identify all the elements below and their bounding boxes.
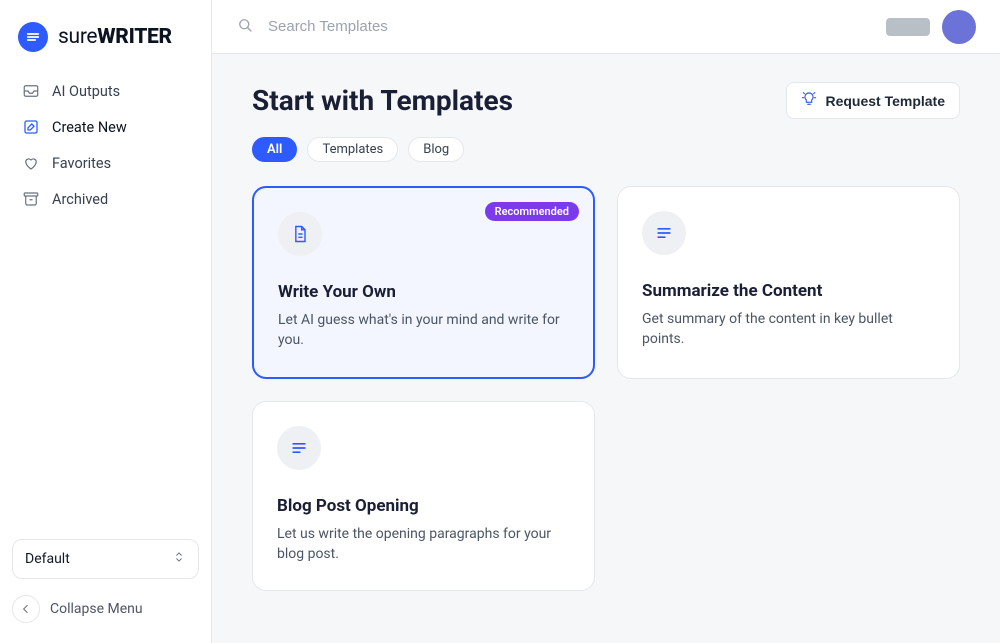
- sidebar-item-create-new[interactable]: Create New: [12, 110, 199, 144]
- sidebar-item-ai-outputs[interactable]: AI Outputs: [12, 74, 199, 108]
- document-icon: [278, 212, 322, 256]
- sidebar: sureWRITER AI Outputs: [0, 0, 212, 643]
- search-wrap: [236, 16, 874, 38]
- filter-pills: All Templates Blog: [252, 137, 960, 162]
- brand-wordmark: sureWRITER: [58, 25, 172, 49]
- content: Start with Templates Request Template Al…: [212, 54, 1000, 643]
- workspace-selector[interactable]: Default: [12, 539, 199, 579]
- sidebar-item-label: Create New: [52, 119, 127, 136]
- inbox-icon: [22, 82, 40, 100]
- brand-mark-icon: [18, 22, 48, 52]
- edit-icon: [22, 118, 40, 136]
- list-icon: [642, 211, 686, 255]
- sidebar-item-favorites[interactable]: Favorites: [12, 146, 199, 180]
- archive-icon: [22, 190, 40, 208]
- filter-blog[interactable]: Blog: [408, 137, 464, 162]
- template-desc: Get summary of the content in key bullet…: [642, 309, 935, 350]
- heart-icon: [22, 154, 40, 172]
- sidebar-nav: AI Outputs Create New Favorites: [12, 74, 199, 216]
- template-title: Blog Post Opening: [277, 496, 570, 516]
- template-desc: Let us write the opening paragraphs for …: [277, 524, 570, 565]
- template-card-write-your-own[interactable]: Recommended Write Your Own Let AI guess …: [252, 186, 595, 379]
- filter-all[interactable]: All: [252, 137, 297, 162]
- template-desc: Let AI guess what's in your mind and wri…: [278, 310, 569, 351]
- sidebar-item-archived[interactable]: Archived: [12, 182, 199, 216]
- chevron-left-icon: [12, 595, 40, 623]
- lightbulb-icon: [801, 91, 817, 110]
- sidebar-item-label: AI Outputs: [52, 83, 120, 100]
- sidebar-item-label: Favorites: [52, 155, 111, 172]
- main-region: Start with Templates Request Template Al…: [212, 0, 1000, 643]
- topbar: [212, 0, 1000, 54]
- page-title: Start with Templates: [252, 84, 513, 117]
- collapse-menu[interactable]: Collapse Menu: [12, 595, 199, 623]
- template-title: Write Your Own: [278, 282, 569, 302]
- sidebar-item-label: Archived: [52, 191, 108, 208]
- request-template-label: Request Template: [825, 93, 945, 109]
- search-icon: [236, 16, 254, 38]
- collapse-menu-label: Collapse Menu: [50, 601, 143, 617]
- avatar[interactable]: [942, 10, 976, 44]
- template-card-blog-opening[interactable]: Blog Post Opening Let us write the openi…: [252, 401, 595, 592]
- brand-logo[interactable]: sureWRITER: [12, 18, 199, 70]
- template-card-summarize[interactable]: Summarize the Content Get summary of the…: [617, 186, 960, 379]
- workspace-selector-label: Default: [25, 551, 70, 567]
- recommended-badge: Recommended: [485, 202, 579, 221]
- list-icon: [277, 426, 321, 470]
- filter-templates[interactable]: Templates: [307, 137, 398, 162]
- chevrons-updown-icon: [172, 550, 186, 568]
- user-name-placeholder: [886, 18, 930, 36]
- template-grid: Recommended Write Your Own Let AI guess …: [252, 186, 960, 591]
- request-template-button[interactable]: Request Template: [786, 82, 960, 119]
- search-input[interactable]: [266, 17, 874, 36]
- template-title: Summarize the Content: [642, 281, 935, 301]
